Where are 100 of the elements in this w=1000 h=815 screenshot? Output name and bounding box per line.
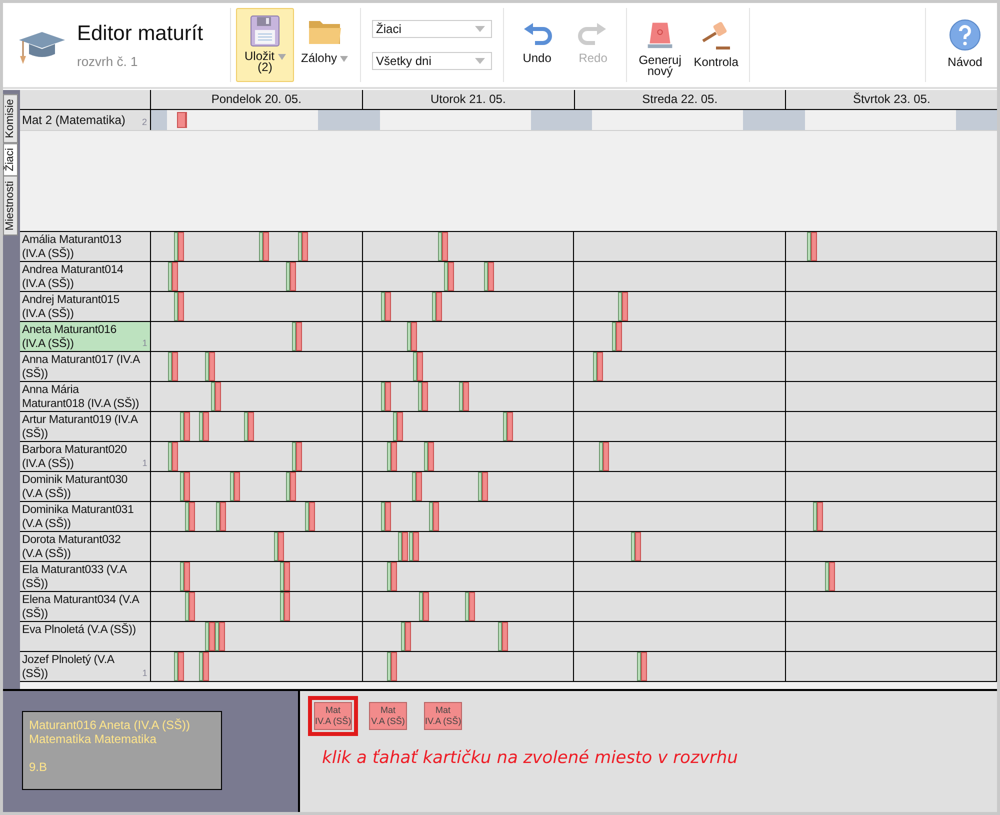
exam-marker[interactable] [286,472,296,501]
exam-marker[interactable] [259,232,269,261]
day-cell[interactable] [786,502,997,531]
student-name-cell[interactable]: Amália Maturant013 (IV.A (SŠ)) [20,232,151,261]
day-cell[interactable] [151,622,362,651]
day-cell[interactable] [574,502,786,531]
exam-marker[interactable] [381,382,391,411]
exam-marker[interactable] [438,232,448,261]
exam-marker[interactable] [418,382,428,411]
student-name-cell[interactable]: Anna Maturant017 (IV.A (SŠ)) [20,352,151,381]
day-cell[interactable] [786,442,997,471]
exam-marker[interactable] [298,232,308,261]
exam-marker[interactable] [465,592,475,621]
exam-card[interactable]: Mat IV.A (SŠ) [314,702,352,730]
day-cell[interactable] [151,322,362,351]
exam-marker[interactable] [387,442,397,471]
exam-marker[interactable] [199,412,209,441]
exam-marker[interactable] [813,502,823,531]
exam-marker[interactable] [498,622,508,651]
day-cell[interactable] [574,232,786,261]
day-cell[interactable] [362,232,574,261]
exam-marker[interactable] [180,472,190,501]
day-cell[interactable] [786,322,997,351]
day-cell[interactable] [574,382,786,411]
exam-marker[interactable] [631,532,641,561]
day-cell[interactable] [362,292,574,321]
exam-marker[interactable] [215,622,225,651]
exam-marker[interactable] [174,232,184,261]
exam-marker[interactable] [432,292,442,321]
day-cell[interactable] [362,562,574,591]
day-cell[interactable] [786,592,997,621]
day-cell[interactable] [574,322,786,351]
exam-marker[interactable] [280,562,290,591]
exam-marker[interactable] [286,262,296,291]
backups-button[interactable]: Zálohy [294,8,356,82]
undo-button[interactable]: Undo [509,8,566,82]
exam-marker[interactable] [825,562,835,591]
exam-marker[interactable] [387,562,397,591]
exam-marker[interactable] [168,352,178,381]
exam-marker[interactable] [429,502,439,531]
day-cell[interactable] [362,622,574,651]
day-cell[interactable] [362,352,574,381]
exam-marker[interactable] [205,622,215,651]
exam-marker[interactable] [807,232,817,261]
day-cell[interactable] [786,292,997,321]
day-cell[interactable] [786,412,997,441]
day-cell[interactable] [151,532,362,561]
day-cell[interactable] [786,652,997,681]
exam-marker[interactable] [387,652,397,681]
exam-marker[interactable] [184,502,195,531]
exam-marker[interactable] [205,352,215,381]
exam-marker[interactable] [412,472,422,501]
day-cell[interactable] [786,262,997,291]
generate-button[interactable]: Generuj nový [632,8,688,82]
day-cell[interactable] [574,442,786,471]
exam-slot[interactable] [177,112,187,128]
day-cell[interactable] [574,562,786,591]
student-name-cell[interactable]: Dorota Maturant032 (V.A (SŠ)) [20,532,151,561]
day-cell[interactable] [786,562,997,591]
student-name-cell[interactable]: Barbora Maturant020 (IV.A (SŠ)) 1 [20,442,151,471]
day-cell[interactable] [574,592,786,621]
day-cell[interactable] [362,592,574,621]
exam-marker[interactable] [211,382,221,411]
filter-dropdown[interactable]: Všetky dni [372,52,492,70]
exam-marker[interactable] [618,292,628,321]
exam-marker[interactable] [381,502,391,531]
day-cell[interactable] [362,502,574,531]
student-name-cell[interactable]: Elena Maturant034 (V.A (SŠ)) [20,592,151,621]
exam-marker[interactable] [292,442,302,471]
student-name-cell[interactable]: Ela Maturant033 (V.A (SŠ)) [20,562,151,591]
day-cell[interactable] [786,382,997,411]
exam-marker[interactable] [478,472,488,501]
day-cell[interactable] [574,412,786,441]
exam-marker[interactable] [612,322,622,351]
day-cell[interactable] [786,352,997,381]
student-name-cell[interactable]: Eva Plnoletá (V.A (SŠ)) [20,622,151,651]
exam-marker[interactable] [168,442,178,471]
day-cell[interactable] [151,292,362,321]
exam-marker[interactable] [398,532,408,561]
help-button[interactable]: Návod [937,8,993,82]
save-button[interactable]: Uložit (2) [236,8,294,82]
day-cell[interactable] [151,442,362,471]
exam-marker[interactable] [637,652,647,681]
exam-marker[interactable] [459,382,469,411]
day-cell[interactable] [362,442,574,471]
student-name-cell[interactable]: Dominika Maturant031 (V.A (SŠ)) [20,502,151,531]
exam-marker[interactable] [419,592,429,621]
exam-marker[interactable] [174,292,184,321]
day-cell[interactable] [786,232,997,261]
exam-marker[interactable] [180,562,190,591]
exam-marker[interactable] [292,322,302,351]
day-cell[interactable] [574,472,786,501]
day-cell[interactable] [151,652,362,681]
filter-dropdown[interactable]: Žiaci [372,20,492,38]
day-cell[interactable] [362,652,574,681]
day-cell[interactable] [574,292,786,321]
exam-card[interactable]: Mat V.A (SŠ) [369,702,407,730]
exam-marker[interactable] [393,412,403,441]
day-cell[interactable] [574,652,786,681]
day-cell[interactable] [574,262,786,291]
